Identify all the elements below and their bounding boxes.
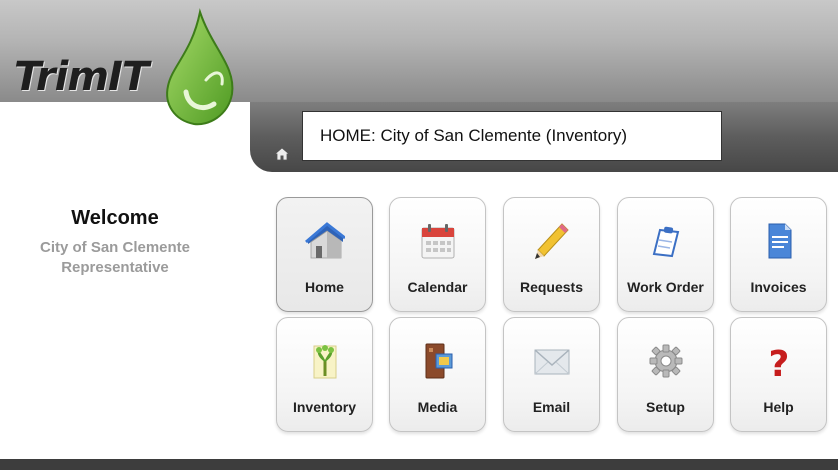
tile-requests[interactable]: Requests bbox=[503, 197, 600, 312]
tile-media[interactable]: Media bbox=[389, 317, 486, 432]
tile-work-order[interactable]: Work Order bbox=[617, 197, 714, 312]
footer-bar bbox=[0, 459, 838, 470]
welcome-role: Representative bbox=[61, 259, 169, 276]
tile-label: Help bbox=[763, 399, 794, 415]
brand-logo: TrimIT bbox=[0, 0, 260, 130]
brand-name: TrimIT bbox=[14, 54, 149, 100]
media-icon bbox=[425, 343, 452, 379]
house-icon bbox=[304, 222, 345, 259]
tree-icon bbox=[313, 345, 336, 379]
tile-label: Media bbox=[417, 399, 458, 415]
clipboard-icon bbox=[652, 226, 679, 258]
module-tiles: Home Calendar Requests Work Order Invoic… bbox=[276, 197, 838, 437]
welcome-panel: Welcome City of San Clemente Representat… bbox=[20, 207, 210, 278]
document-icon bbox=[768, 223, 791, 259]
tile-label: Calendar bbox=[407, 279, 468, 295]
tile-label: Inventory bbox=[292, 399, 356, 415]
calendar-icon bbox=[421, 224, 454, 259]
welcome-org: City of San Clemente bbox=[39, 239, 191, 256]
envelope-icon bbox=[534, 349, 569, 375]
tile-invoices[interactable]: Invoices bbox=[730, 197, 827, 312]
svg-text:?: ? bbox=[768, 344, 789, 382]
tile-label: Requests bbox=[519, 279, 584, 295]
tile-label: Email bbox=[532, 399, 571, 415]
tile-help[interactable]: ? Help bbox=[730, 317, 827, 432]
tile-label: Work Order bbox=[627, 279, 704, 295]
tile-home[interactable]: Home bbox=[276, 197, 373, 312]
leaf-drop-icon bbox=[166, 8, 234, 126]
pencil-icon bbox=[534, 223, 569, 259]
tile-label: Home bbox=[305, 279, 344, 295]
question-mark-icon: ? bbox=[768, 344, 789, 382]
home-nav-icon[interactable] bbox=[274, 147, 290, 161]
tile-calendar[interactable]: Calendar bbox=[389, 197, 486, 312]
gear-icon bbox=[649, 344, 682, 378]
tile-setup[interactable]: Setup bbox=[617, 317, 714, 432]
tile-email[interactable]: Email bbox=[503, 317, 600, 432]
tile-inventory[interactable]: Inventory bbox=[276, 317, 373, 432]
welcome-title: Welcome bbox=[71, 207, 159, 229]
location-breadcrumb: HOME: City of San Clemente (Inventory) bbox=[302, 111, 722, 161]
tile-label: Setup bbox=[646, 399, 685, 415]
tile-label: Invoices bbox=[750, 279, 807, 295]
